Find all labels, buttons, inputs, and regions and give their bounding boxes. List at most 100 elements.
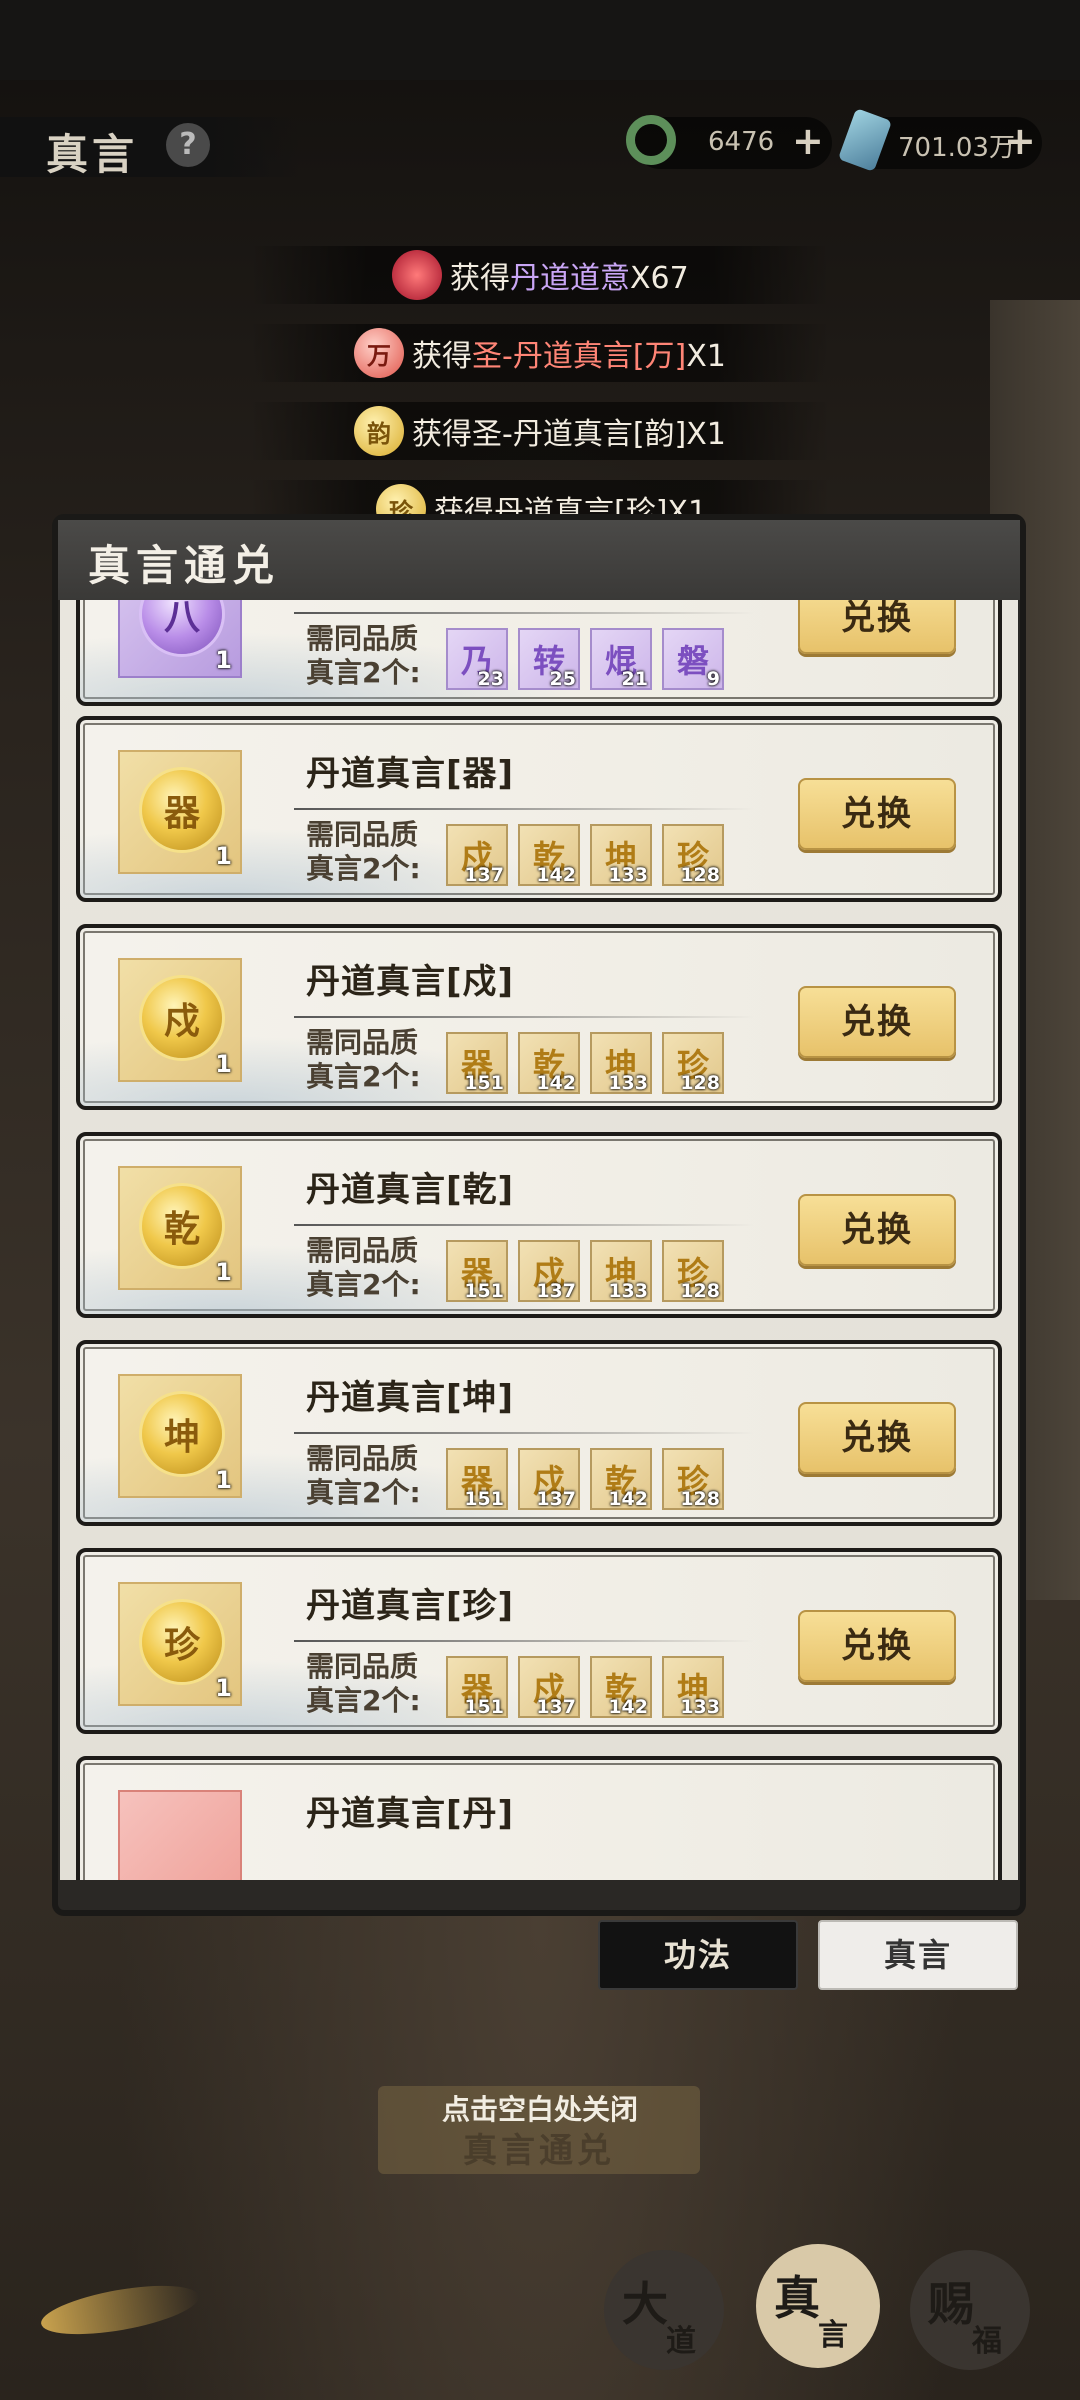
material-slot[interactable]: 戍 137 — [518, 1448, 580, 1510]
toast-qty: X1 — [686, 417, 726, 452]
toast-item: 丹道道意 — [510, 261, 630, 296]
material-slot[interactable]: 焜 21 — [590, 628, 652, 690]
item-name: 丹道真言[戍] — [306, 962, 515, 1002]
requirement-text: 需同品质 真言2个: — [306, 1026, 421, 1093]
material-slot[interactable]: 转 25 — [518, 628, 580, 690]
zhenyan-orb-icon: 器 — [142, 770, 222, 850]
exchange-button[interactable]: 兑换 — [798, 600, 956, 654]
exchange-button[interactable]: 兑换 — [798, 1402, 956, 1474]
material-slot[interactable]: 坤 133 — [590, 1240, 652, 1302]
material-row: 器 151 戍 137 坤 133 珍 128 — [446, 1240, 734, 1302]
material-slot[interactable]: 珍 128 — [662, 1032, 724, 1094]
item-slot[interactable]: 坤 1 — [118, 1374, 242, 1498]
material-slot[interactable]: 乾 142 — [518, 1032, 580, 1094]
toast-prefix: 获得 — [412, 417, 472, 452]
item-count: 1 — [215, 1466, 232, 1494]
material-slot[interactable]: 器 151 — [446, 1656, 508, 1718]
item-slot[interactable]: 戍 1 — [118, 958, 242, 1082]
gold-orb-icon: 韵 — [354, 406, 404, 456]
zhenyan-orb-icon: 戍 — [142, 978, 222, 1058]
zhenyan-orb-icon: 珍 — [142, 1602, 222, 1682]
material-slot[interactable]: 戍 137 — [518, 1656, 580, 1718]
material-slot[interactable]: 磐9 — [662, 628, 724, 690]
item-count: 1 — [215, 646, 232, 674]
toast-prefix: 获得 — [450, 261, 510, 296]
item-name: 丹道真言[丹] — [306, 1794, 515, 1834]
material-row: 器 151 戍 137 乾 142 坤 133 — [446, 1656, 734, 1718]
material-slot[interactable]: 乾 142 — [590, 1448, 652, 1510]
requirement-text: 需同品质 真言2个: — [306, 1234, 421, 1301]
requirement-text: 需同品质 真言2个: — [306, 818, 421, 885]
toast-item: 圣-丹道真言[韵] — [472, 417, 687, 452]
material-slot[interactable]: 戍 137 — [446, 824, 508, 886]
nav-zhenyan[interactable]: 真言 — [756, 2244, 880, 2368]
dialog-header: 真言通兑 — [58, 520, 1020, 600]
nav-cifu[interactable]: 赐福 — [910, 2250, 1030, 2370]
exchange-card: 器 1 丹道真言[器] 需同品质 真言2个: 戍 137 乾 142 坤 133 珍 12… — [76, 716, 1002, 902]
zhenyan-orb-icon: 八 — [142, 600, 222, 654]
toast-qty: X1 — [686, 339, 726, 374]
material-slot[interactable]: 乃 23 — [446, 628, 508, 690]
material-slot[interactable]: 珍 128 — [662, 1240, 724, 1302]
exchange-button[interactable]: 兑换 — [798, 986, 956, 1058]
material-slot[interactable]: 坤 133 — [662, 1656, 724, 1718]
resource-jade-add-icon[interactable]: + — [792, 119, 824, 163]
dialog-title: 真言通兑 — [88, 541, 281, 590]
tab-zhenyan[interactable]: 真言 — [818, 1920, 1018, 1990]
item-slot[interactable]: 珍 1 — [118, 1582, 242, 1706]
exchange-button[interactable]: 兑换 — [798, 1610, 956, 1682]
item-slot[interactable] — [118, 1790, 242, 1880]
top-bar: 真言 ? 6476 + 701.03万 + — [0, 105, 1080, 185]
zhenyan-orb-icon: 乾 — [142, 1186, 222, 1266]
material-slot[interactable]: 乾 142 — [518, 824, 580, 886]
title-plate — [0, 117, 300, 177]
item-slot[interactable]: 乾 1 — [118, 1166, 242, 1290]
exchange-list-scroll[interactable]: 八 1 需同品质 真言2个: 乃 23 转 25 焜 21 磐9 兑换 器 1 … — [60, 600, 1018, 1880]
material-slot[interactable]: 坤 133 — [590, 1032, 652, 1094]
material-row: 乃 23 转 25 焜 21 磐9 — [446, 628, 734, 690]
material-row: 器 151 戍 137 乾 142 珍 128 — [446, 1448, 734, 1510]
item-name: 丹道真言[坤] — [306, 1378, 515, 1418]
spirit-stone-icon — [837, 108, 893, 172]
material-row: 戍 137 乾 142 坤 133 珍 128 — [446, 824, 734, 886]
reward-toast: 韵 获得圣-丹道真言[韵]X1 — [354, 398, 726, 464]
material-slot[interactable]: 器 151 — [446, 1032, 508, 1094]
help-icon[interactable]: ? — [166, 123, 210, 167]
material-slot[interactable]: 戍 137 — [518, 1240, 580, 1302]
status-strip — [0, 0, 1080, 80]
exchange-dialog: 真言通兑 八 1 需同品质 真言2个: 乃 23 转 25 焜 21 磐9 兑换… — [58, 520, 1020, 1910]
material-row: 器 151 乾 142 坤 133 珍 128 — [446, 1032, 734, 1094]
reward-toast: 万 获得圣-丹道真言[万]X1 — [354, 320, 726, 386]
resource-stone-value: 701.03万 — [898, 133, 1015, 163]
item-count: 1 — [215, 1674, 232, 1702]
resource-stone-add-icon[interactable]: + — [1004, 119, 1036, 163]
exchange-button[interactable]: 兑换 — [798, 778, 956, 850]
material-slot[interactable]: 乾 142 — [590, 1656, 652, 1718]
exchange-card: 丹道真言[丹] — [76, 1756, 1002, 1880]
nav-dadao[interactable]: 大道 — [604, 2250, 724, 2370]
item-name: 丹道真言[乾] — [306, 1170, 515, 1210]
tab-gongfa[interactable]: 功法 — [598, 1920, 798, 1990]
requirement-text: 需同品质 真言2个: — [306, 622, 421, 689]
item-slot[interactable]: 器 1 — [118, 750, 242, 874]
toast-item: 圣-丹道真言[万] — [472, 339, 687, 374]
material-slot[interactable]: 器 151 — [446, 1240, 508, 1302]
reward-toast: 获得丹道道意X67 — [392, 242, 689, 308]
flame-icon — [392, 250, 442, 300]
close-hint[interactable]: 点击空白处关闭 — [0, 2088, 1080, 2128]
exchange-button[interactable]: 兑换 — [798, 1194, 956, 1266]
toast-prefix: 获得 — [412, 339, 472, 374]
material-slot[interactable]: 器 151 — [446, 1448, 508, 1510]
exchange-card: 戍 1 丹道真言[戍] 需同品质 真言2个: 器 151 乾 142 坤 133 珍 12… — [76, 924, 1002, 1110]
material-slot[interactable]: 珍 128 — [662, 824, 724, 886]
item-slot[interactable]: 八 1 — [118, 600, 242, 678]
toast-qty: X67 — [630, 261, 689, 296]
exchange-card: 坤 1 丹道真言[坤] 需同品质 真言2个: 器 151 戍 137 乾 142 珍 12… — [76, 1340, 1002, 1526]
resource-jade: 6476 + — [626, 115, 832, 169]
material-slot[interactable]: 珍 128 — [662, 1448, 724, 1510]
item-count: 1 — [215, 842, 232, 870]
exchange-card: 珍 1 丹道真言[珍] 需同品质 真言2个: 器 151 戍 137 乾 142 坤 13… — [76, 1548, 1002, 1734]
page-title: 真言 — [46, 130, 139, 179]
resource-stone: 701.03万 + — [837, 108, 1042, 172]
material-slot[interactable]: 坤 133 — [590, 824, 652, 886]
